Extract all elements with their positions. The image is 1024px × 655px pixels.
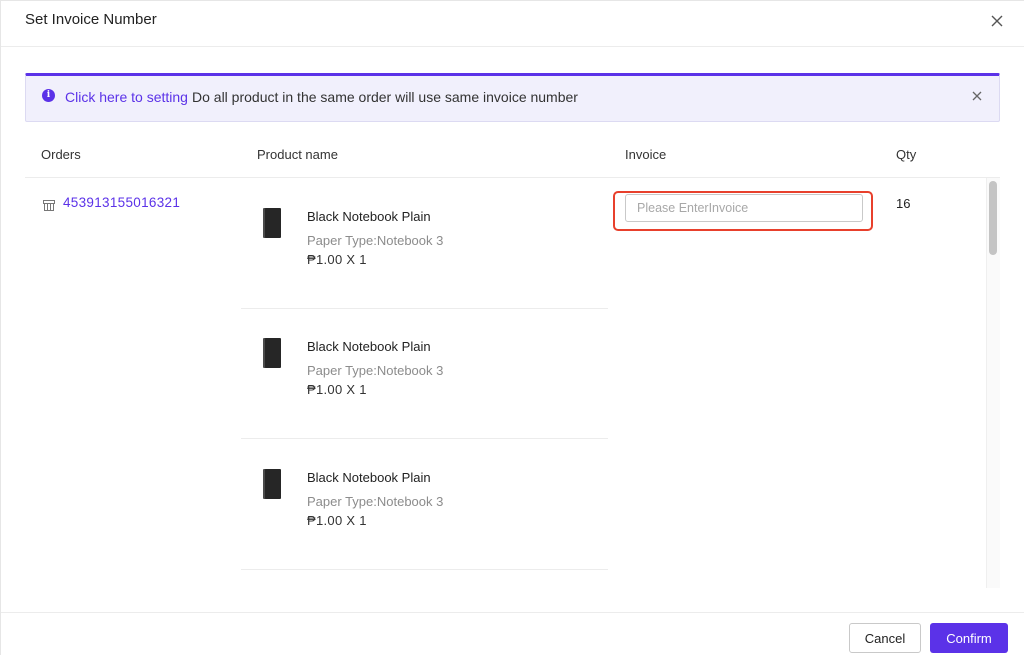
- confirm-button[interactable]: Confirm: [930, 623, 1008, 653]
- store-icon: [43, 198, 55, 211]
- column-header-product-name: Product name: [257, 147, 338, 162]
- modal-title: Set Invoice Number: [25, 11, 157, 28]
- product-variant: Paper Type:Notebook 3: [307, 494, 444, 509]
- product-row: Black Notebook Plain Paper Type:Notebook…: [241, 308, 608, 439]
- column-header-orders: Orders: [41, 147, 81, 162]
- product-image: [265, 208, 281, 238]
- product-price: ₱1.00 X 1: [307, 513, 367, 528]
- product-image: [265, 338, 281, 368]
- set-invoice-modal: Set Invoice Number i Click here to setti…: [0, 0, 1024, 655]
- product-variant: Paper Type:Notebook 3: [307, 233, 444, 248]
- column-header-invoice: Invoice: [625, 147, 667, 162]
- info-icon: i: [42, 89, 55, 102]
- qty-value: 16: [896, 196, 911, 211]
- product-price: ₱1.00 X 1: [307, 382, 367, 397]
- info-notice: i Click here to setting Do all product i…: [25, 73, 1000, 122]
- product-name: Black Notebook Plain: [307, 470, 431, 485]
- scrollbar-thumb[interactable]: [989, 181, 997, 255]
- invoice-input[interactable]: [625, 194, 863, 222]
- product-variant: Paper Type:Notebook 3: [307, 363, 444, 378]
- close-icon[interactable]: [987, 11, 1007, 31]
- column-header-qty: Qty: [896, 147, 917, 162]
- setting-link[interactable]: Click here to setting: [65, 89, 188, 105]
- product-row: Black Notebook Plain Paper Type:Notebook…: [241, 178, 608, 309]
- notice-text: Do all product in the same order will us…: [192, 89, 578, 105]
- product-row: Black Notebook Plain Paper Type:Notebook…: [241, 439, 608, 570]
- footer-divider: [1, 612, 1024, 613]
- order-number-link[interactable]: 453913155016321: [63, 195, 180, 210]
- product-name: Black Notebook Plain: [307, 339, 431, 354]
- product-price: ₱1.00 X 1: [307, 252, 367, 267]
- cancel-button[interactable]: Cancel: [849, 623, 921, 653]
- notice-close-icon[interactable]: [969, 88, 985, 104]
- modal-header: Set Invoice Number: [1, 1, 1024, 47]
- product-image: [265, 469, 281, 499]
- product-name: Black Notebook Plain: [307, 209, 431, 224]
